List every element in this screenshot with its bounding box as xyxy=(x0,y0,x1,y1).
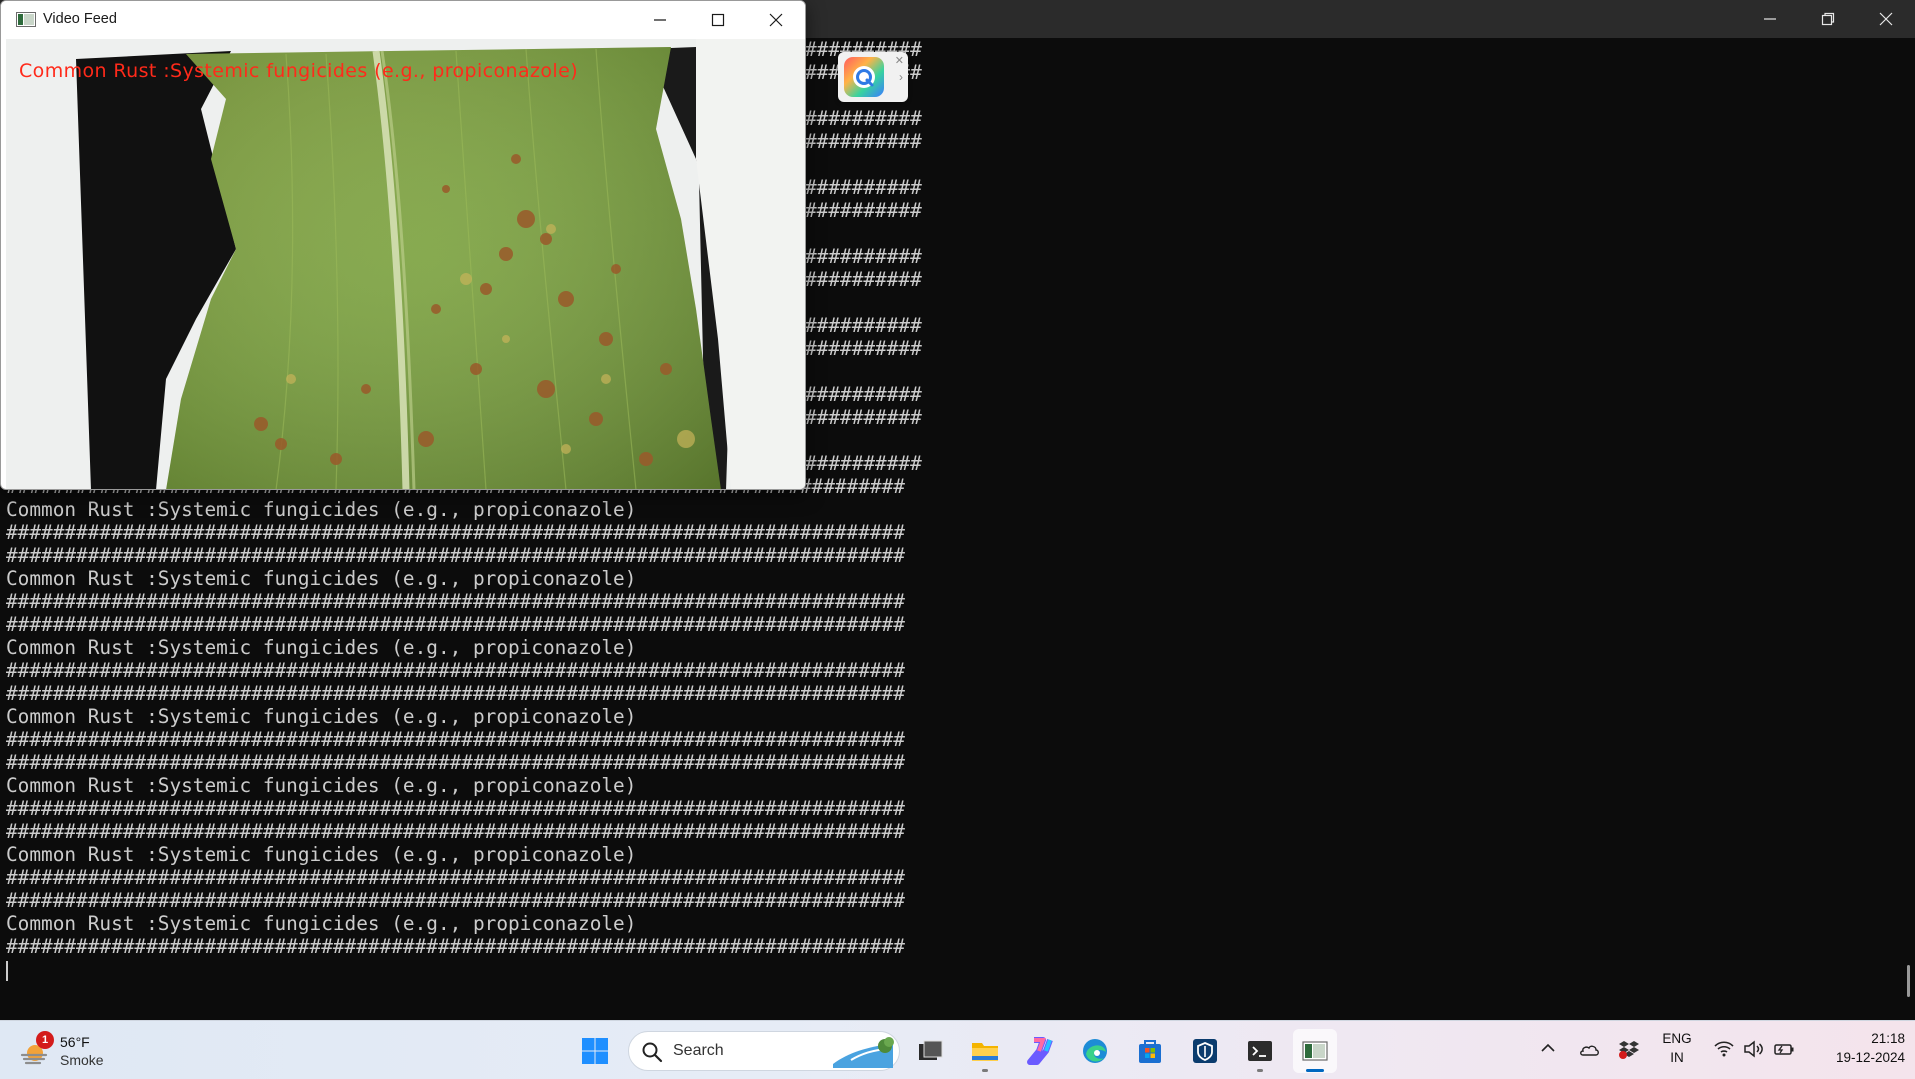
clock-time: 21:18 xyxy=(1871,1031,1905,1046)
show-hidden-icons-icon[interactable] xyxy=(1537,1037,1559,1059)
clock-date: 19-12-2024 xyxy=(1835,1050,1905,1065)
terminal-button[interactable] xyxy=(1238,1029,1282,1073)
video-window-app-icon xyxy=(16,12,36,27)
terminal-line: ########################################… xyxy=(6,682,905,705)
close-icon xyxy=(1879,12,1893,26)
terminal-line: ########################################… xyxy=(6,751,905,774)
minimize-icon xyxy=(1764,18,1776,20)
file-explorer-icon xyxy=(972,1043,998,1061)
copilot-icon xyxy=(1027,1037,1053,1065)
system-clock[interactable]: 21:18 19-12-2024 xyxy=(1805,1029,1905,1067)
file-explorer-button[interactable] xyxy=(963,1029,1007,1073)
text-cursor xyxy=(6,960,8,981)
language-region: IN xyxy=(1670,1050,1684,1065)
video-window-title: Video Feed xyxy=(43,11,117,27)
video-maximize-button[interactable] xyxy=(689,1,747,39)
search-icon xyxy=(642,1042,663,1063)
edge-button[interactable] xyxy=(1073,1029,1117,1073)
volume-icon[interactable] xyxy=(1742,1037,1766,1061)
start-button[interactable] xyxy=(573,1029,617,1073)
video-feed-icon xyxy=(1302,1041,1328,1061)
video-feed-taskbar-button[interactable] xyxy=(1293,1029,1337,1073)
weather-condition: Smoke xyxy=(60,1052,104,1068)
wifi-icon[interactable] xyxy=(1712,1037,1736,1061)
terminal-line: ########################################… xyxy=(6,889,905,912)
input-language-indicator[interactable]: ENG IN xyxy=(1657,1029,1697,1067)
video-titlebar[interactable]: Video Feed xyxy=(1,1,805,39)
running-indicator xyxy=(1257,1069,1263,1072)
terminal-icon xyxy=(1248,1041,1272,1061)
weather-widget[interactable]: 1 56°F Smoke xyxy=(18,1031,128,1071)
badge-expand-icon[interactable]: › xyxy=(899,70,903,84)
video-feed-window[interactable]: Video Feed Common Rust:Systemic fungici… xyxy=(0,0,806,490)
quick-app-logo-icon xyxy=(844,57,884,97)
terminal-line: ########################################… xyxy=(6,797,905,820)
copilot-button[interactable] xyxy=(1018,1029,1062,1073)
start-icon xyxy=(582,1038,608,1064)
terminal-line: Common Rust :Systemic fungicides (e.g., … xyxy=(6,912,637,935)
terminal-line: Common Rust :Systemic fungicides (e.g., … xyxy=(6,843,637,866)
terminal-line: Common Rust :Systemic fungicides (e.g., … xyxy=(6,636,637,659)
terminal-line: ########################################… xyxy=(6,544,905,567)
edge-icon xyxy=(1083,1039,1107,1063)
terminal-line: ########################################… xyxy=(6,590,905,613)
close-icon xyxy=(769,13,783,27)
search-placeholder: Search xyxy=(673,1042,724,1059)
terminal-line: ########################################… xyxy=(6,613,905,636)
restore-icon xyxy=(1821,12,1835,26)
terminal-line: ########################################… xyxy=(6,866,905,889)
shield-app-button[interactable] xyxy=(1183,1029,1227,1073)
badge-close-icon[interactable]: ✕ xyxy=(895,54,904,67)
terminal-line: Common Rust :Systemic fungicides (e.g., … xyxy=(6,705,637,728)
terminal-line: ########################################… xyxy=(6,521,905,544)
weather-temperature: 56°F xyxy=(60,1034,90,1050)
detection-overlay-text: Common Rust :Systemic fungicides (e.g., … xyxy=(19,60,579,82)
close-button[interactable] xyxy=(1857,0,1915,38)
battery-icon[interactable] xyxy=(1772,1037,1796,1061)
terminal-line: ########################################… xyxy=(6,659,905,682)
floating-app-badge[interactable]: ✕ › xyxy=(838,52,908,102)
search-highlight-icon xyxy=(833,1037,894,1068)
task-view-icon xyxy=(919,1040,943,1060)
minimize-icon xyxy=(654,19,666,21)
notification-badge: 1 xyxy=(36,1031,54,1049)
shield-app-icon xyxy=(1193,1039,1217,1063)
store-icon xyxy=(1139,1040,1161,1063)
terminal-line: ########################################… xyxy=(6,935,905,958)
terminal-line: Common Rust :Systemic fungicides (e.g., … xyxy=(6,498,637,521)
terminal-line: ########################################… xyxy=(6,820,905,843)
task-view-button[interactable] xyxy=(908,1029,952,1073)
taskbar-search-box[interactable]: Search xyxy=(628,1031,900,1071)
minimize-button[interactable] xyxy=(1741,0,1799,38)
onedrive-icon[interactable] xyxy=(1577,1037,1601,1061)
video-minimize-button[interactable] xyxy=(631,1,689,39)
corn-leaf-image xyxy=(6,39,805,489)
language-code: ENG xyxy=(1662,1031,1692,1046)
maximize-icon xyxy=(711,13,725,27)
terminal-line: Common Rust :Systemic fungicides (e.g., … xyxy=(6,567,637,590)
active-indicator xyxy=(1306,1069,1324,1072)
store-button[interactable] xyxy=(1128,1029,1172,1073)
terminal-line: ########################################… xyxy=(6,728,905,751)
taskbar: 1 56°F Smoke Search ENG IN 21:18 19-12-2… xyxy=(0,1020,1915,1079)
video-frame: Common Rust :Systemic fungicides (e.g., … xyxy=(6,39,805,489)
terminal-prompt-line[interactable] xyxy=(6,958,1906,981)
restore-button[interactable] xyxy=(1799,0,1857,38)
video-close-button[interactable] xyxy=(747,1,805,39)
terminal-line: Common Rust :Systemic fungicides (e.g., … xyxy=(6,774,637,797)
dropbox-icon[interactable] xyxy=(1617,1037,1641,1061)
running-indicator xyxy=(982,1069,988,1072)
terminal-scrollbar[interactable] xyxy=(1907,965,1910,997)
